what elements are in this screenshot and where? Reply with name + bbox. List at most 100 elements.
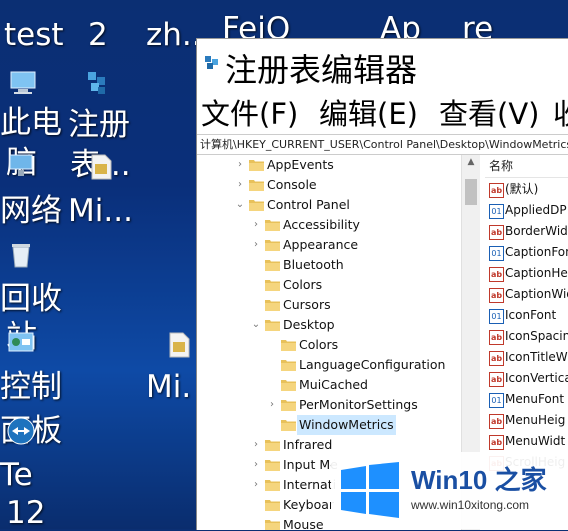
watermark-url: www.win10xitong.com	[411, 498, 530, 512]
recycle-bin-label[interactable]: 回收	[0, 282, 62, 316]
tree-node[interactable]: › PerMonitorSettings	[197, 395, 483, 415]
tree-node[interactable]: › AppEvents	[197, 155, 483, 175]
value-row[interactable]: 01 IconFont	[485, 305, 568, 326]
chevron-right-icon[interactable]: ›	[251, 455, 261, 475]
folder-icon	[281, 400, 296, 411]
file-icon[interactable]	[86, 152, 116, 182]
string-value-icon: ab	[489, 414, 504, 429]
tree-node-label: Bluetooth	[283, 257, 344, 272]
folder-icon	[265, 280, 280, 291]
value-row[interactable]: ab MenuWidt	[485, 431, 568, 452]
folder-icon	[281, 380, 296, 391]
folder-icon	[265, 500, 280, 511]
tree-node[interactable]: LanguageConfiguration	[197, 355, 483, 375]
chevron-right-icon[interactable]: ›	[251, 215, 261, 235]
file-label[interactable]: Mi.	[146, 370, 191, 404]
chevron-down-icon[interactable]: ⌄	[251, 315, 261, 335]
teamviewer-label[interactable]: Te	[0, 458, 33, 492]
registry-editor-shortcut-label[interactable]: 注册	[68, 108, 130, 142]
tree-node-label: Colors	[299, 337, 339, 352]
this-pc-icon[interactable]	[8, 68, 38, 98]
teamviewer-icon[interactable]	[6, 416, 36, 446]
tree-node-label: Internati	[283, 477, 337, 492]
this-pc-label[interactable]: 此电	[0, 106, 62, 140]
folder-icon	[265, 480, 280, 491]
tree-node-label: AppEvents	[267, 157, 334, 172]
network-icon[interactable]	[6, 150, 36, 180]
tree-node-label: Mouse	[283, 517, 324, 530]
tree-node-label: Appearance	[283, 237, 359, 252]
chevron-right-icon[interactable]: ›	[251, 235, 261, 255]
tree-node[interactable]: ⌄ Desktop	[197, 315, 483, 335]
menu-favorites[interactable]: 收	[553, 91, 568, 133]
value-name: CaptionHei	[505, 266, 568, 280]
menu-edit[interactable]: 编辑(E)	[319, 91, 418, 133]
tree-node[interactable]: Colors	[197, 275, 483, 295]
value-row[interactable]: ab BorderWid	[485, 221, 568, 242]
value-name: IconVertica	[505, 371, 568, 385]
tree-node[interactable]: › Console	[197, 175, 483, 195]
string-value-icon: ab	[489, 351, 504, 366]
chevron-right-icon[interactable]: ›	[235, 175, 245, 195]
tree-node[interactable]: › Appearance	[197, 235, 483, 255]
value-row[interactable]: ab CaptionWid	[485, 284, 568, 305]
chevron-right-icon[interactable]: ›	[251, 475, 261, 495]
window-title: 注册表编辑器	[225, 51, 418, 89]
value-name: MenuHeig	[505, 413, 566, 427]
folder-icon	[265, 300, 280, 311]
menu-view[interactable]: 查看(V)	[439, 91, 539, 133]
folder-icon	[265, 520, 280, 530]
tree-node[interactable]: WindowMetrics	[197, 415, 483, 435]
scroll-thumb[interactable]	[465, 179, 477, 205]
registry-editor-shortcut-icon[interactable]	[82, 68, 112, 98]
tree-node-label: Console	[267, 177, 317, 192]
chevron-right-icon[interactable]: ›	[235, 155, 245, 175]
tree-node[interactable]: Bluetooth	[197, 255, 483, 275]
value-row[interactable]: ab IconSpacin	[485, 326, 568, 347]
chevron-down-icon[interactable]: ⌄	[235, 195, 245, 215]
tree-node[interactable]: MuiCached	[197, 375, 483, 395]
registry-editor-icon	[205, 56, 218, 69]
tree-node[interactable]: Cursors	[197, 295, 483, 315]
name-column-header[interactable]: 名称	[485, 155, 568, 178]
folder-icon	[265, 260, 280, 271]
value-row[interactable]: 01 MenuFont	[485, 389, 568, 410]
tree-node[interactable]: › Accessibility	[197, 215, 483, 235]
folder-icon	[265, 440, 280, 451]
desktop-icon-label[interactable]: test	[4, 18, 64, 52]
tree-node-label: Accessibility	[283, 217, 360, 232]
value-row[interactable]: ab MenuHeig	[485, 410, 568, 431]
recycle-bin-icon[interactable]	[6, 240, 36, 270]
string-value-icon: ab	[489, 435, 504, 450]
chevron-right-icon[interactable]: ›	[267, 395, 277, 415]
folder-icon	[249, 180, 264, 191]
binary-value-icon: 01	[489, 309, 504, 324]
teamviewer-label[interactable]: 12	[6, 496, 45, 530]
value-row[interactable]: ab IconVertica	[485, 368, 568, 389]
control-panel-icon[interactable]	[6, 328, 36, 358]
network-label[interactable]: 网络	[0, 194, 62, 228]
value-name: BorderWid	[505, 224, 568, 238]
control-panel-label[interactable]: 控制	[0, 370, 62, 404]
menu-file[interactable]: 文件(F)	[201, 91, 298, 133]
tree-node-label: Infrared	[283, 437, 333, 452]
chevron-right-icon[interactable]: ›	[251, 435, 261, 455]
tree-node[interactable]: Colors	[197, 335, 483, 355]
file-icon[interactable]	[164, 330, 194, 360]
tree-node[interactable]: ⌄ Control Panel	[197, 195, 483, 215]
value-row[interactable]: ab (默认)	[485, 179, 568, 200]
value-name: AppliedDP	[505, 203, 567, 217]
file-label[interactable]: Mi...	[68, 194, 133, 228]
scroll-up-icon[interactable]: ▲	[462, 157, 480, 171]
value-row[interactable]: ab IconTitleW	[485, 347, 568, 368]
value-row[interactable]: 01 AppliedDP	[485, 200, 568, 221]
value-row[interactable]: 01 CaptionFon	[485, 242, 568, 263]
title-bar[interactable]: 注册表编辑器	[197, 39, 568, 89]
address-bar[interactable]: 计算机\HKEY_CURRENT_USER\Control Panel\Desk…	[197, 134, 568, 155]
value-name: IconSpacin	[505, 329, 568, 343]
folder-icon	[249, 200, 264, 211]
watermark-brand: Win10 之家	[411, 460, 547, 497]
tree-node-label: LanguageConfiguration	[299, 357, 446, 372]
value-row[interactable]: ab CaptionHei	[485, 263, 568, 284]
desktop-icon-label[interactable]: 2	[88, 18, 108, 52]
